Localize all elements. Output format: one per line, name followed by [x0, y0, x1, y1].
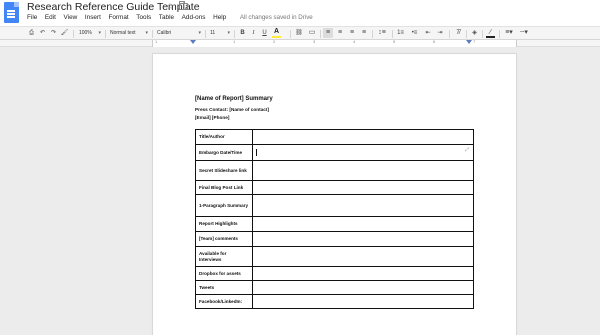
clear-formatting-icon[interactable]: T̸ [453, 28, 463, 38]
table-row: Available for Interviews [195, 246, 474, 267]
comment-icon[interactable]: ▭ [307, 28, 317, 38]
italic-icon[interactable]: I [249, 28, 258, 38]
row-value-cell[interactable] [252, 231, 474, 247]
ruler[interactable]: 1 1 2 3 4 5 6 7 [0, 39, 600, 47]
left-indent-marker[interactable] [190, 40, 196, 44]
table-row: 1-Paragraph Summary [195, 194, 474, 217]
table-row: Final Blog Post Link [195, 180, 474, 195]
table-row: [Team] comments [195, 231, 474, 247]
link-icon[interactable]: ⛓ [294, 28, 304, 38]
ruler-number: 3 [313, 39, 316, 44]
menu-file[interactable]: File [27, 14, 37, 21]
document-page[interactable]: [Name of Report] Summary Press Contact: … [152, 53, 517, 335]
fill-color-icon[interactable]: ◈ [470, 28, 479, 38]
row-label[interactable]: Dropbox for assets [195, 266, 253, 281]
docs-logo-icon[interactable] [4, 2, 19, 23]
border-width-icon[interactable]: ≡▾ [503, 28, 515, 38]
row-label[interactable]: Secret Slideshare link [195, 160, 253, 181]
zoom-select[interactable]: 100% [79, 28, 101, 38]
ruler-number: 6 [433, 39, 436, 44]
align-right-icon[interactable]: ≡ [347, 28, 357, 38]
bulleted-list-icon[interactable]: •≡ [409, 28, 420, 38]
reference-table: Title/Author Embargo Date/Time ⤢ Secret … [195, 129, 474, 309]
align-left-icon[interactable]: ≡ [323, 28, 333, 38]
menu-view[interactable]: View [64, 14, 78, 21]
highlight-color-icon[interactable]: A [274, 28, 279, 36]
row-value-cell[interactable] [252, 216, 474, 232]
row-value-cell[interactable]: ⤢ [252, 144, 474, 161]
increase-indent-icon[interactable]: ⇥ [435, 28, 445, 38]
print-icon[interactable]: ⎙ [27, 28, 36, 38]
menu-edit[interactable]: Edit [45, 14, 56, 21]
menu-format[interactable]: Format [108, 14, 128, 21]
menu-help[interactable]: Help [213, 14, 226, 21]
align-center-icon[interactable]: ≡ [335, 28, 345, 38]
bold-icon[interactable]: B [238, 28, 247, 38]
row-value-cell[interactable] [252, 180, 474, 195]
contact-info[interactable]: [Email] [Phone] [195, 115, 229, 120]
style-select[interactable]: Normal text [110, 28, 148, 38]
table-row: Report Highlights [195, 216, 474, 232]
table-row: Title/Author [195, 129, 474, 145]
row-value-cell[interactable] [252, 294, 474, 309]
paint-format-icon[interactable]: 🖌 [60, 28, 69, 38]
row-value-cell[interactable] [252, 246, 474, 267]
highlight-color-swatch [272, 36, 281, 38]
ruler-number: 1 [155, 39, 158, 44]
ruler-number: 4 [353, 39, 356, 44]
row-label[interactable]: 1-Paragraph Summary [195, 194, 253, 217]
row-label[interactable]: Tweets [195, 280, 253, 295]
ruler-number: 5 [393, 39, 396, 44]
menu-insert[interactable]: Insert [85, 14, 101, 21]
press-contact[interactable]: Press Contact: [Name of contact] [195, 107, 269, 112]
ruler-number: 1 [233, 39, 236, 44]
row-label[interactable]: Facebook/LinkedIn: [195, 294, 253, 309]
row-value-cell[interactable] [252, 194, 474, 217]
underline-icon[interactable]: U [260, 28, 269, 38]
redo-icon[interactable]: ↷ [49, 28, 58, 38]
table-row: Secret Slideshare link [195, 160, 474, 181]
row-label[interactable]: Title/Author [195, 129, 253, 145]
font-select[interactable]: Calibri [157, 28, 201, 38]
table-row: Tweets [195, 280, 474, 295]
menu-tools[interactable]: Tools [136, 14, 151, 21]
app-header: Research Reference Guide Template ☆ File… [0, 0, 600, 26]
line-spacing-icon[interactable]: ↕≡ [376, 28, 388, 38]
star-icon[interactable]: ☆ [166, 1, 174, 12]
row-value-cell[interactable] [252, 280, 474, 295]
align-justify-icon[interactable]: ≡ [359, 28, 369, 38]
numbered-list-icon[interactable]: 1≡ [395, 28, 406, 38]
border-dash-icon[interactable]: ┄▾ [518, 28, 530, 38]
row-label[interactable]: Available for Interviews [195, 246, 253, 267]
row-label[interactable]: Final Blog Post Link [195, 180, 253, 195]
table-row: Dropbox for assets [195, 266, 474, 281]
decrease-indent-icon[interactable]: ⇤ [423, 28, 433, 38]
toolbar: ⎙ ↶ ↷ 🖌 100% Normal text Calibri 11 B I … [0, 26, 600, 40]
ruler-page-area: 1 1 2 3 4 5 6 7 [152, 39, 517, 47]
ruler-number: 2 [273, 39, 276, 44]
row-value-cell[interactable] [252, 160, 474, 181]
save-status[interactable]: All changes saved in Drive [240, 14, 313, 21]
font-size-select[interactable]: 11 [210, 28, 230, 38]
text-color-swatch [486, 36, 495, 38]
report-title[interactable]: [Name of Report] Summary [195, 96, 273, 102]
row-value-cell[interactable] [252, 129, 474, 145]
menu-addons[interactable]: Add-ons [182, 14, 206, 21]
right-indent-marker[interactable] [466, 40, 472, 44]
text-cursor [256, 149, 257, 156]
row-label[interactable]: Report Highlights [195, 216, 253, 232]
menu-bar: File Edit View Insert Format Tools Table… [27, 14, 313, 21]
undo-icon[interactable]: ↶ [38, 28, 47, 38]
menu-table[interactable]: Table [159, 14, 174, 21]
table-resize-icon[interactable]: ⤢ [465, 147, 469, 154]
folder-icon[interactable] [179, 1, 188, 10]
row-label[interactable]: Embargo Date/Time [195, 144, 253, 161]
table-row: Embargo Date/Time ⤢ [195, 144, 474, 161]
row-label[interactable]: [Team] comments [195, 231, 253, 247]
table-row: Facebook/LinkedIn: [195, 294, 474, 309]
ruler-number: 7 [473, 39, 476, 44]
row-value-cell[interactable] [252, 266, 474, 281]
